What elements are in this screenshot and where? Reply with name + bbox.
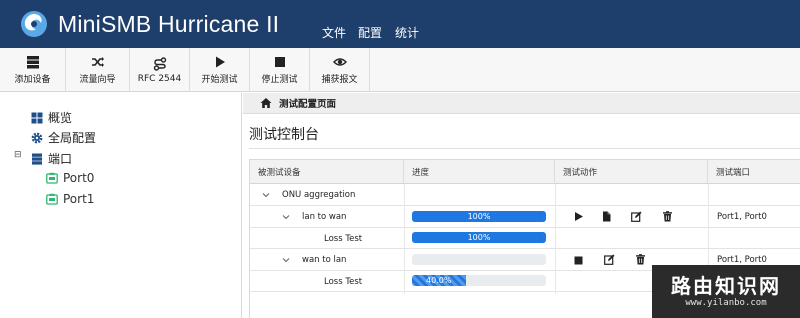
play-icon: [215, 56, 225, 68]
column-header-progress: 进度: [404, 160, 555, 184]
watermark-title: 路由知识网: [671, 274, 781, 298]
sidebar-item-port0[interactable]: Port0: [46, 171, 94, 185]
rfc2544-label: RFC 2544: [137, 73, 182, 84]
sidebar-item-label: 全局配置: [48, 131, 97, 145]
sidebar-tree: 概览 全局配置 ⊟ 端口 Port0 Port1: [0, 93, 242, 318]
sidebar-item-ports[interactable]: 端口: [31, 150, 72, 167]
table-header: 被测试设备 进度 测试动作 测试端口: [250, 160, 800, 184]
progress-label: 40.0%: [426, 276, 452, 285]
start-test-button[interactable]: 开始测试: [190, 48, 250, 92]
progress-bar: [412, 254, 546, 265]
test-name: wan to lan: [302, 255, 347, 265]
breadcrumb-label: 测试配置页面: [279, 99, 337, 110]
gear-icon: [31, 132, 43, 143]
trash-icon[interactable]: [635, 254, 646, 265]
sidebar-item-global-config[interactable]: 全局配置: [31, 129, 96, 146]
test-ports: Port1, Port0: [717, 212, 767, 222]
stop-icon: [274, 57, 285, 67]
table-row[interactable]: Loss Test 100%: [250, 228, 800, 249]
sidebar-item-label: 端口: [48, 152, 73, 166]
capture-packets-button[interactable]: 捕获报文: [310, 48, 370, 92]
route-icon: [153, 56, 166, 71]
progress-label: [412, 254, 546, 265]
breadcrumb: 测试配置页面: [243, 93, 800, 114]
menu-file[interactable]: 文件: [322, 24, 346, 41]
test-name: Loss Test: [324, 277, 363, 287]
test-ports: Port1, Port0: [717, 255, 767, 265]
sidebar-item-overview[interactable]: 概览: [31, 109, 72, 126]
column-divider: [555, 184, 556, 294]
stop-icon[interactable]: [573, 255, 584, 266]
stop-test-label: 停止测试: [261, 75, 298, 85]
rfc2544-button[interactable]: RFC 2544: [130, 48, 190, 92]
column-header-device: 被测试设备: [250, 160, 404, 184]
capture-packets-label: 捕获报文: [321, 75, 358, 85]
page-title: 测试控制台: [249, 127, 319, 143]
trash-icon[interactable]: [662, 211, 673, 222]
column-divider: [404, 184, 405, 294]
home-icon[interactable]: [260, 97, 272, 109]
watermark-url: www.yilanbo.com: [685, 298, 767, 308]
title-divider: [249, 148, 800, 149]
chevron-down-icon[interactable]: [282, 256, 290, 264]
chevron-down-icon[interactable]: [262, 191, 270, 199]
sidebar-item-label: 概览: [48, 111, 73, 125]
table-row[interactable]: lan to wan 100% Port1, Port0: [250, 206, 800, 228]
watermark: 路由知识网 www.yilanbo.com: [652, 265, 800, 318]
port-icon: [46, 193, 58, 205]
test-name: lan to wan: [302, 212, 347, 222]
port-icon: [46, 172, 58, 184]
test-name: Loss Test: [324, 234, 363, 244]
grid-icon: [31, 112, 43, 123]
progress-bar: 100%: [412, 232, 546, 243]
add-device-button[interactable]: 添加设备: [0, 48, 66, 92]
edit-icon[interactable]: [604, 254, 615, 265]
group-label: ONU aggregation: [282, 190, 356, 200]
server-stack-icon: [26, 56, 39, 69]
sidebar-item-port1[interactable]: Port1: [46, 192, 94, 206]
play-icon[interactable]: [573, 211, 584, 222]
sidebar-item-label: Port0: [63, 171, 95, 185]
column-header-actions: 测试动作: [555, 160, 708, 184]
table-row-group[interactable]: ONU aggregation: [250, 184, 800, 206]
start-test-label: 开始测试: [201, 75, 238, 85]
progress-bar: 100%: [412, 211, 546, 222]
app-title: MiniSMB Hurricane II: [58, 11, 280, 37]
hurricane-logo-icon: [21, 11, 47, 37]
shuffle-icon: [91, 57, 104, 67]
progress-bar: 40.0%: [412, 275, 546, 286]
tree-collapse-toggle[interactable]: ⊟: [14, 150, 22, 160]
file-icon[interactable]: [601, 211, 612, 222]
app-header: MiniSMB Hurricane II 文件 配置 统计: [0, 0, 800, 48]
sidebar-item-label: Port1: [63, 192, 95, 206]
toolbar: 添加设备 流量向导 RFC 2544 开始测试 停止测试 捕获报文: [0, 48, 800, 92]
server-icon: [32, 153, 42, 165]
app-window: MiniSMB Hurricane II 文件 配置 统计 添加设备 流量向导: [0, 0, 800, 318]
eye-icon: [332, 58, 347, 66]
traffic-wizard-label: 流量向导: [79, 75, 116, 85]
menu-statistics[interactable]: 统计: [395, 24, 419, 41]
chevron-down-icon[interactable]: [282, 213, 290, 221]
progress-label: 100%: [467, 212, 491, 221]
progress-label: 100%: [467, 233, 491, 242]
menu-config[interactable]: 配置: [358, 24, 382, 41]
add-device-label: 添加设备: [14, 75, 51, 85]
edit-icon[interactable]: [631, 211, 642, 222]
traffic-wizard-button[interactable]: 流量向导: [66, 48, 130, 92]
column-header-ports: 测试端口: [716, 168, 751, 178]
stop-test-button[interactable]: 停止测试: [250, 48, 310, 92]
